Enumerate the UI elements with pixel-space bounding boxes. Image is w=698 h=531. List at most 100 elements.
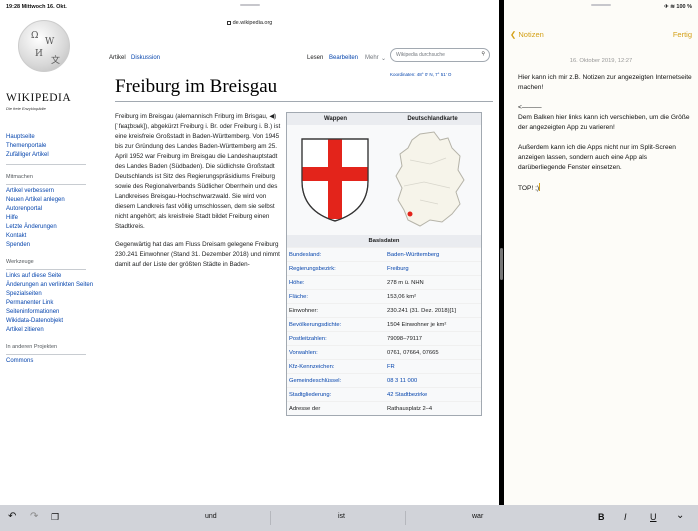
search-input[interactable]: Wikipedia durchsuche ⚲	[390, 48, 490, 62]
suggestion-1[interactable]: und	[205, 513, 217, 520]
title-divider	[115, 101, 493, 102]
sidebar-item-hauptseite[interactable]: Hauptseite	[6, 133, 98, 142]
sidebar: Hauptseite Themenportale Zufälliger Arti…	[6, 133, 98, 366]
chevron-down-icon[interactable]: ⌄	[381, 55, 386, 62]
germany-map-image[interactable]	[382, 125, 477, 235]
sidebar-item-letzte-aenderungen[interactable]: Letzte Änderungen	[6, 223, 98, 232]
infobox-key[interactable]: Vorwahlen:	[287, 350, 383, 356]
article-body: Freiburg im Breisgau (alemannisch Fribur…	[115, 112, 281, 278]
sidebar-item-kontakt[interactable]: Kontakt	[6, 232, 98, 241]
multitask-grabber[interactable]	[240, 4, 260, 6]
infobox: Wappen Deutschlandkarte Basisdaten Bunde…	[286, 112, 482, 416]
suggestion-divider	[270, 511, 271, 525]
notes-navbar: ❮ Notizen Fertig	[504, 30, 698, 44]
infobox-value: FR	[387, 363, 395, 370]
note-paragraph[interactable]: Hier kann ich mir z.B. Notizen zur angez…	[518, 73, 694, 93]
note-paragraph[interactable]: TOP! ;)	[518, 183, 694, 194]
sidebar-item-zitieren[interactable]: Artikel zitieren	[6, 326, 98, 335]
wikipedia-wordmark[interactable]: WIKIPEDIA	[6, 92, 96, 104]
infobox-key[interactable]: Postleitzahlen:	[287, 336, 383, 342]
sidebar-item-neuer-artikel[interactable]: Neuen Artikel anlegen	[6, 196, 98, 205]
underline-button[interactable]: U	[650, 512, 657, 522]
infobox-value: Freiburg	[387, 265, 409, 272]
divider-handle[interactable]	[500, 248, 503, 280]
suggestion-2[interactable]: ist	[338, 513, 345, 520]
infobox-value: 79098–79117	[387, 335, 423, 342]
redo-icon[interactable]: ↷	[30, 511, 38, 522]
tab-diskussion[interactable]: Diskussion	[131, 55, 160, 61]
infobox-key[interactable]: Höhe:	[287, 280, 383, 286]
sidebar-item-themenportale[interactable]: Themenportale	[6, 142, 98, 151]
infobox-header-wappen: Wappen	[323, 116, 348, 122]
sidebar-divider	[6, 269, 86, 270]
bold-button[interactable]: B	[598, 512, 605, 522]
note-paragraph[interactable]: Dem Balken hier links kann ich verschieb…	[518, 113, 694, 133]
note-arrow[interactable]: <———	[518, 103, 694, 113]
sidebar-item-hilfe[interactable]: Hilfe	[6, 214, 98, 223]
search-icon[interactable]: ⚲	[481, 51, 485, 57]
paste-icon[interactable]: ❐	[51, 512, 59, 523]
lock-icon	[226, 21, 231, 25]
status-icons: ✈ ≋ 100 %	[664, 4, 692, 10]
tab-mehr[interactable]: Mehr	[365, 55, 379, 61]
sidebar-heading-projekte: In anderen Projekten	[6, 344, 58, 350]
url-bar[interactable]: de.wikipedia.org	[0, 20, 499, 26]
infobox-value: Baden-Württemberg	[387, 251, 440, 258]
infobox-value: 230.241 (31. Dez. 2018)[1]	[387, 307, 456, 314]
url-text: de.wikipedia.org	[232, 20, 273, 26]
infobox-header: Wappen Deutschlandkarte	[287, 113, 481, 125]
note-body[interactable]: Hier kann ich mir z.B. Notizen zur angez…	[518, 73, 694, 204]
infobox-value: 153,06 km²	[387, 293, 416, 300]
infobox-row: Einwohner: 230.241 (31. Dez. 2018)[1]	[287, 303, 481, 317]
infobox-row: Bevölkerungsdichte: 1504 Einwohner je km²	[287, 317, 481, 331]
coordinates[interactable]: Koordinaten: 48° 0′ N, 7° 51′ O	[390, 72, 451, 77]
infobox-row: Höhe: 278 m ü. NHN	[287, 275, 481, 289]
sidebar-item-artikel-verbessern[interactable]: Artikel verbessern	[6, 187, 98, 196]
sidebar-divider	[6, 354, 86, 355]
infobox-key[interactable]: Regierungsbezirk:	[287, 266, 383, 272]
infobox-key[interactable]: Kfz-Kennzeichen:	[287, 364, 383, 370]
sidebar-item-autorenportal[interactable]: Autorenportal	[6, 205, 98, 214]
sidebar-item-commons[interactable]: Commons	[6, 357, 98, 366]
infobox-row: Gemeindeschlüssel: 08 3 11 000	[287, 373, 481, 387]
done-button[interactable]: Fertig	[673, 30, 692, 39]
multitask-grabber[interactable]	[591, 4, 611, 6]
back-button[interactable]: ❮ Notizen	[510, 30, 544, 39]
infobox-header-karte: Deutschlandkarte	[407, 116, 458, 122]
sidebar-item-links[interactable]: Links auf diese Seite	[6, 272, 98, 281]
coat-of-arms-image[interactable]	[287, 125, 382, 235]
infobox-value: 278 m ü. NHN	[387, 279, 424, 286]
tab-bearbeiten[interactable]: Bearbeiten	[329, 55, 358, 61]
sidebar-item-aenderungen-verlinkt[interactable]: Änderungen an verlinkten Seiten	[6, 281, 98, 290]
infobox-key[interactable]: Gemeindeschlüssel:	[287, 378, 383, 384]
infobox-value: 0761, 07664, 07665	[387, 349, 439, 356]
sidebar-divider	[6, 164, 86, 165]
tab-lesen[interactable]: Lesen	[307, 55, 323, 61]
undo-icon[interactable]: ↶	[8, 511, 16, 522]
sidebar-item-zufall[interactable]: Zufälliger Artikel	[6, 151, 98, 160]
chevron-down-icon[interactable]: ⌄	[676, 510, 684, 521]
infobox-row: Postleitzahlen: 79098–79117	[287, 331, 481, 345]
sidebar-heading-mitmachen: Mitmachen	[6, 174, 33, 180]
suggestion-3[interactable]: war	[472, 513, 483, 520]
sidebar-item-spenden[interactable]: Spenden	[6, 241, 98, 250]
article-paragraph: Gegenwärtig hat das am Fluss Dreisam gel…	[115, 241, 280, 268]
sidebar-item-wikidata[interactable]: Wikidata-Datenobjekt	[6, 317, 98, 326]
infobox-key[interactable]: Bundesland:	[287, 252, 383, 258]
infobox-row: Adresse der Rathausplatz 2–4	[287, 401, 481, 415]
infobox-key[interactable]: Fläche:	[287, 294, 383, 300]
wikipedia-globe-logo[interactable]: ΩWИ文	[18, 20, 70, 72]
chevron-left-icon: ❮	[510, 30, 517, 39]
status-time: 19:28 Mittwoch 16. Okt.	[6, 4, 67, 10]
sidebar-item-seiteninformationen[interactable]: Seiteninformationen	[6, 308, 98, 317]
note-paragraph[interactable]: Außerdem kann ich die Apps nicht nur im …	[518, 143, 694, 173]
sidebar-item-spezialseiten[interactable]: Spezialseiten	[6, 290, 98, 299]
infobox-row: Regierungsbezirk: Freiburg	[287, 261, 481, 275]
infobox-rows: Bundesland: Baden-Württemberg Regierungsbe…	[287, 247, 481, 415]
sidebar-item-permanenter-link[interactable]: Permanenter Link	[6, 299, 98, 308]
page-title: Freiburg im Breisgau	[115, 76, 278, 97]
italic-button[interactable]: I	[624, 512, 627, 522]
infobox-key[interactable]: Bevölkerungsdichte:	[287, 322, 383, 328]
tab-artikel[interactable]: Artikel	[109, 55, 126, 61]
infobox-key[interactable]: Stadtgliederung:	[287, 392, 383, 398]
